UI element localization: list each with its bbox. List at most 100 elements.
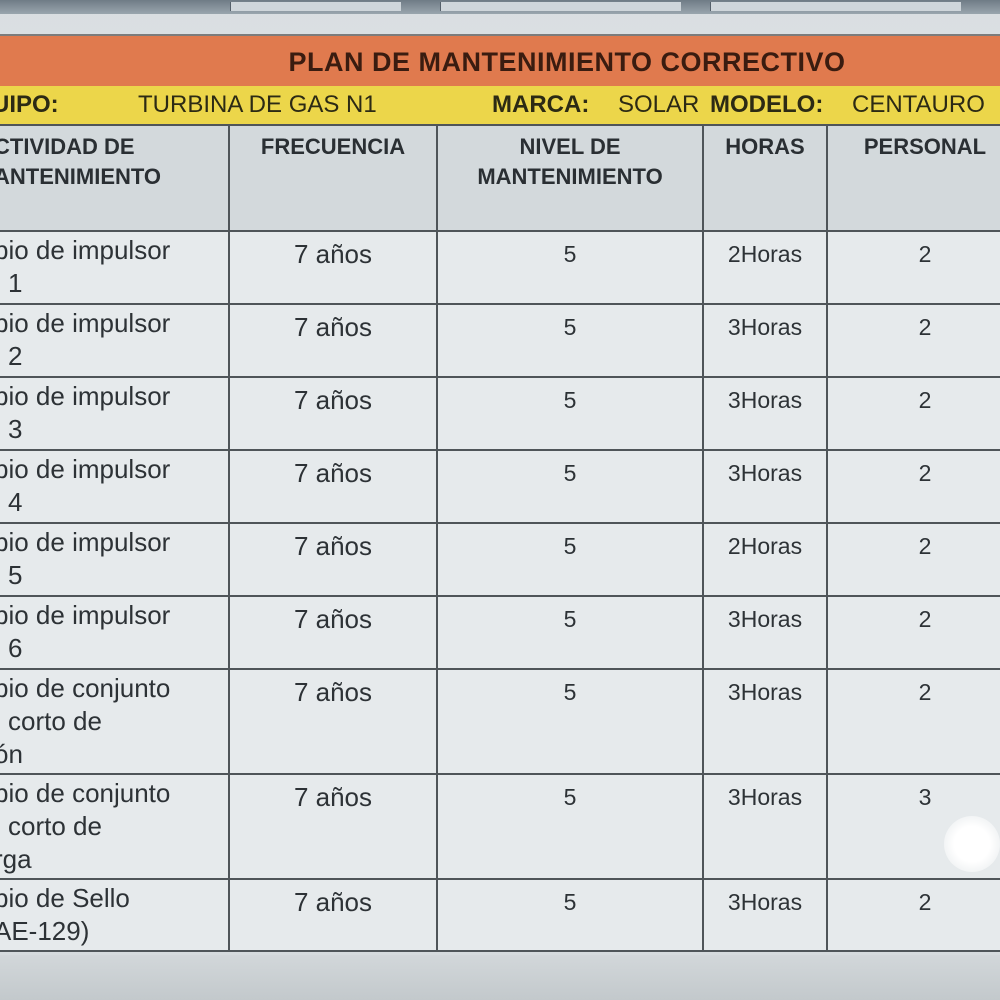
screen-glare	[944, 816, 1000, 872]
cell-frecuencia[interactable]: 7 años	[228, 522, 438, 597]
cell-horas[interactable]: 3Horas	[702, 376, 828, 451]
cell-personal[interactable]: 2	[826, 376, 1000, 451]
cell-actividad[interactable]: bio de impulsor 1	[0, 230, 230, 305]
equipo-label: UIPO:	[0, 91, 59, 118]
table-row: bio de conjuntocorto derga 7 años 5 3Hor…	[0, 773, 1000, 880]
actividad-line: AE-129)	[0, 916, 90, 946]
header-actividad-line2: ANTENIMIENTO	[0, 164, 162, 189]
marca-value: SOLAR	[618, 91, 700, 118]
actividad-line: corto de	[8, 706, 102, 736]
cell-actividad[interactable]: bio de impulsor 5	[0, 522, 230, 597]
cell-personal[interactable]: 2	[826, 522, 1000, 597]
cell-frecuencia[interactable]: 7 años	[228, 773, 438, 880]
table-row: bio de impulsor 2 7 años 5 3Horas 2	[0, 303, 1000, 378]
cell-nivel[interactable]: 5	[436, 773, 704, 880]
cell-horas[interactable]: 3Horas	[702, 449, 828, 524]
actividad-line: ón	[0, 739, 23, 769]
cell-horas[interactable]: 3Horas	[702, 595, 828, 670]
header-personal[interactable]: PERSONAL	[826, 124, 1000, 232]
actividad-line: bio de impulsor	[0, 381, 171, 411]
actividad-line: bio de impulsor	[0, 308, 171, 338]
cell-nivel[interactable]: 5	[436, 595, 704, 670]
cell-frecuencia[interactable]: 7 años	[228, 376, 438, 451]
actividad-line: 1	[8, 268, 23, 298]
cell-personal[interactable]: 2	[826, 668, 1000, 775]
cell-actividad[interactable]: bio de impulsor 6	[0, 595, 230, 670]
sheet-bottom-area	[0, 955, 1000, 1000]
header-nivel-line1: NIVEL DE	[519, 134, 621, 159]
actividad-line: bio de conjunto	[0, 673, 171, 703]
table-row: bio de Sello AE-129) 7 años 5 3Horas 2	[0, 878, 1000, 952]
cell-personal[interactable]: 2	[826, 230, 1000, 305]
ribbon-cell	[710, 2, 961, 11]
equipo-value: TURBINA DE GAS N1	[138, 91, 377, 118]
modelo-label: MODELO:	[710, 91, 824, 118]
cell-actividad[interactable]: bio de conjuntocorto deón	[0, 668, 230, 775]
cell-frecuencia[interactable]: 7 años	[228, 595, 438, 670]
cell-nivel[interactable]: 5	[436, 376, 704, 451]
maintenance-table: CTIVIDAD DE ANTENIMIENTO FRECUENCIA NIVE…	[0, 124, 1000, 952]
cell-actividad[interactable]: bio de conjuntocorto derga	[0, 773, 230, 880]
actividad-line: 2	[8, 341, 23, 371]
header-actividad[interactable]: CTIVIDAD DE ANTENIMIENTO	[0, 124, 230, 232]
actividad-line: bio de impulsor	[0, 527, 171, 557]
cell-personal[interactable]: 2	[826, 878, 1000, 952]
marca-label: MARCA:	[492, 91, 590, 118]
ribbon-strip	[0, 0, 1000, 14]
cell-personal[interactable]: 2	[826, 595, 1000, 670]
title-band[interactable]: PLAN DE MANTENIMIENTO CORRECTIVO	[0, 34, 1000, 90]
cell-nivel[interactable]: 5	[436, 878, 704, 952]
header-row: CTIVIDAD DE ANTENIMIENTO FRECUENCIA NIVE…	[0, 124, 1000, 232]
header-frecuencia-label: FRECUENCIA	[260, 134, 406, 159]
cell-actividad[interactable]: bio de Sello AE-129)	[0, 878, 230, 952]
table-row: bio de impulsor 1 7 años 5 2Horas 2	[0, 230, 1000, 305]
table-row: bio de impulsor 5 7 años 5 2Horas 2	[0, 522, 1000, 597]
cell-frecuencia[interactable]: 7 años	[228, 668, 438, 775]
spreadsheet-screen: PLAN DE MANTENIMIENTO CORRECTIVO UIPO: T…	[0, 0, 1000, 1000]
cell-nivel[interactable]: 5	[436, 230, 704, 305]
actividad-line: 6	[8, 633, 23, 663]
cell-actividad[interactable]: bio de impulsor 4	[0, 449, 230, 524]
cell-horas[interactable]: 3Horas	[702, 773, 828, 880]
table-row: bio de impulsor 4 7 años 5 3Horas 2	[0, 449, 1000, 524]
cell-frecuencia[interactable]: 7 años	[228, 230, 438, 305]
header-actividad-line1: CTIVIDAD DE	[0, 134, 135, 159]
actividad-line: 3	[8, 414, 23, 444]
cell-actividad[interactable]: bio de impulsor 3	[0, 376, 230, 451]
cell-nivel[interactable]: 5	[436, 668, 704, 775]
cell-frecuencia[interactable]: 7 años	[228, 449, 438, 524]
table-row: bio de impulsor 6 7 años 5 3Horas 2	[0, 595, 1000, 670]
actividad-line: bio de conjunto	[0, 778, 171, 808]
header-nivel[interactable]: NIVEL DE MANTENIMIENTO	[436, 124, 704, 232]
header-nivel-line2: MANTENIMIENTO	[477, 164, 663, 189]
sheet-title: PLAN DE MANTENIMIENTO CORRECTIVO	[288, 46, 846, 77]
modelo-value: CENTAURO	[852, 91, 985, 118]
header-personal-label: PERSONAL	[863, 134, 987, 159]
cell-nivel[interactable]: 5	[436, 449, 704, 524]
cell-horas[interactable]: 3Horas	[702, 878, 828, 952]
cell-actividad[interactable]: bio de impulsor 2	[0, 303, 230, 378]
cell-horas[interactable]: 3Horas	[702, 303, 828, 378]
header-horas[interactable]: HORAS	[702, 124, 828, 232]
actividad-line: bio de Sello	[0, 883, 130, 913]
actividad-line: 4	[8, 487, 23, 517]
header-horas-label: HORAS	[725, 134, 805, 159]
cell-frecuencia[interactable]: 7 años	[228, 878, 438, 952]
cell-nivel[interactable]: 5	[436, 303, 704, 378]
ribbon-cell	[440, 2, 681, 11]
actividad-line: corto de	[8, 811, 102, 841]
cell-frecuencia[interactable]: 7 años	[228, 303, 438, 378]
table-row: bio de impulsor 3 7 años 5 3Horas 2	[0, 376, 1000, 451]
actividad-line: bio de impulsor	[0, 235, 171, 265]
cell-personal[interactable]: 2	[826, 303, 1000, 378]
cell-personal[interactable]: 2	[826, 449, 1000, 524]
actividad-line: bio de impulsor	[0, 600, 171, 630]
actividad-line: 5	[8, 560, 23, 590]
cell-horas[interactable]: 3Horas	[702, 668, 828, 775]
cell-nivel[interactable]: 5	[436, 522, 704, 597]
header-frecuencia[interactable]: FRECUENCIA	[228, 124, 438, 232]
cell-horas[interactable]: 2Horas	[702, 522, 828, 597]
equipment-info-band[interactable]: UIPO: TURBINA DE GAS N1 MARCA: SOLAR MOD…	[0, 86, 1000, 126]
cell-horas[interactable]: 2Horas	[702, 230, 828, 305]
actividad-line: rga	[0, 844, 32, 874]
